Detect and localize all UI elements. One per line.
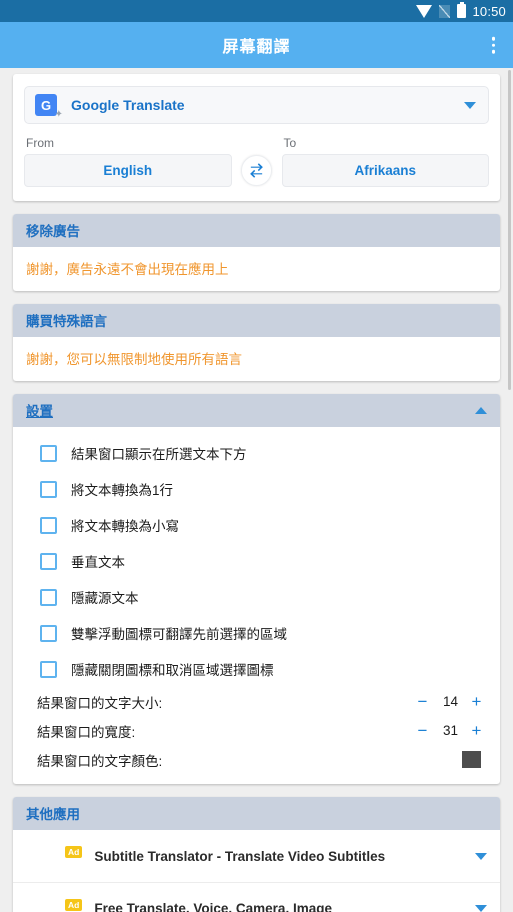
language-selection-row: From English To Afrikaans	[24, 136, 489, 187]
to-label: To	[283, 136, 297, 150]
checkbox-icon[interactable]	[40, 660, 57, 678]
status-bar-icons	[416, 2, 467, 18]
color-swatch[interactable]	[462, 751, 481, 768]
font-size-value: 14	[442, 694, 458, 709]
app-bar: 屏幕翻譯	[0, 22, 513, 68]
increment-icon[interactable]: +	[470, 693, 483, 710]
swap-languages-button[interactable]	[241, 155, 272, 186]
status-bar-clock: 10:50	[472, 3, 506, 19]
decrement-icon[interactable]: −	[416, 722, 429, 739]
translator-card: G Google Translate From English	[13, 74, 500, 201]
swap-languages-icon	[250, 163, 263, 178]
from-language-button[interactable]: English	[24, 154, 232, 187]
setting-checkbox-row[interactable]: 結果窗口顯示在所選文本下方	[26, 435, 487, 471]
vertical-scrollbar[interactable]	[508, 70, 511, 390]
checkbox-icon[interactable]	[40, 444, 57, 462]
setting-label: 將文本轉換為1行	[71, 483, 174, 498]
setting-label: 隱藏源文本	[71, 591, 139, 606]
setting-label: 隱藏關閉圖標和取消區域選擇圖標	[71, 663, 274, 678]
setting-label: 雙擊浮動圖標可翻譯先前選擇的區域	[71, 627, 287, 642]
setting-label: 將文本轉換為小寫	[71, 519, 179, 534]
setting-label: 結果窗口顯示在所選文本下方	[71, 447, 247, 462]
to-language-button[interactable]: Afrikaans	[281, 154, 489, 187]
swap-button-wrap	[232, 155, 282, 187]
chevron-down-icon[interactable]	[464, 101, 476, 109]
setting-checkbox-row[interactable]: 垂直文本	[26, 543, 487, 579]
other-apps-card: 其他應用 Ad Subtitle Translator - Translate …	[13, 797, 500, 912]
setting-checkbox-row[interactable]: 將文本轉換為小寫	[26, 507, 487, 543]
chevron-up-icon[interactable]	[475, 406, 487, 414]
overflow-dot	[491, 36, 495, 41]
setting-checkbox-row[interactable]: 隱藏源文本	[26, 579, 487, 615]
buy-languages-title: 購買特殊語言	[26, 314, 107, 329]
from-label: From	[26, 136, 54, 150]
buy-languages-body: 謝謝，您可以無限制地使用所有語言	[13, 337, 500, 381]
buy-languages-header: 購買特殊語言	[13, 304, 500, 337]
sim-icon	[439, 4, 451, 18]
remove-ads-card: 移除廣告 謝謝，廣告永遠不會出現在應用上	[13, 214, 500, 291]
chevron-down-icon[interactable]	[475, 905, 487, 912]
buy-languages-card: 購買特殊語言 謝謝，您可以無限制地使用所有語言	[13, 304, 500, 381]
other-apps-title: 其他應用	[26, 807, 80, 822]
buy-languages-message: 謝謝，您可以無限制地使用所有語言	[26, 352, 242, 367]
font-size-stepper-row: 結果窗口的文字大小: − 14 +	[26, 687, 487, 716]
translation-engine-selector[interactable]: G Google Translate	[24, 86, 489, 124]
window-width-stepper: − 31 +	[416, 722, 487, 739]
checkbox-icon[interactable]	[40, 516, 57, 534]
setting-checkbox-row[interactable]: 隱藏關閉圖標和取消區域選擇圖標	[26, 651, 487, 687]
font-size-label: 結果窗口的文字大小:	[37, 695, 163, 711]
settings-card: 設置 結果窗口顯示在所選文本下方 將文本轉換為1行 將文本轉換為小寫 垂直文本 …	[13, 394, 500, 784]
window-width-stepper-row: 結果窗口的寬度: − 31 +	[26, 716, 487, 745]
checkbox-icon[interactable]	[40, 480, 57, 498]
wifi-icon	[416, 4, 433, 18]
status-bar: 10:50	[0, 0, 513, 22]
list-item[interactable]: Ad Free Translate, Voice, Camera, Image	[13, 882, 500, 912]
ad-badge: Ad	[65, 846, 83, 859]
window-width-label: 結果窗口的寬度:	[37, 724, 136, 740]
other-apps-list: Ad Subtitle Translator - Translate Video…	[13, 830, 500, 912]
ad-title: Subtitle Translator - Translate Video Su…	[94, 848, 386, 864]
scroll-content: G Google Translate From English	[0, 68, 513, 912]
ad-title: Free Translate, Voice, Camera, Image	[94, 901, 332, 912]
overflow-dot	[491, 43, 495, 47]
list-item[interactable]: Ad Subtitle Translator - Translate Video…	[13, 830, 500, 882]
google-translate-icon: G	[35, 94, 63, 120]
chevron-down-icon[interactable]	[475, 852, 487, 860]
font-size-stepper: − 14 +	[416, 693, 487, 710]
overflow-dot	[491, 49, 495, 54]
other-apps-header: 其他應用	[13, 797, 500, 830]
engine-name-label: Google Translate	[71, 97, 185, 113]
page-title: 屏幕翻譯	[222, 39, 291, 56]
from-language-group: From English	[24, 136, 232, 187]
checkbox-icon[interactable]	[40, 624, 57, 642]
text-color-label: 結果窗口的文字顏色:	[37, 753, 163, 769]
settings-header[interactable]: 設置	[13, 394, 500, 427]
setting-checkbox-row[interactable]: 雙擊浮動圖標可翻譯先前選擇的區域	[26, 615, 487, 651]
battery-icon	[457, 2, 467, 18]
overflow-menu-icon[interactable]	[488, 33, 500, 58]
remove-ads-title: 移除廣告	[26, 224, 80, 239]
to-language-group: To Afrikaans	[281, 136, 489, 187]
checkbox-icon[interactable]	[40, 588, 57, 606]
remove-ads-header: 移除廣告	[13, 214, 500, 247]
checkbox-icon[interactable]	[40, 552, 57, 570]
setting-label: 垂直文本	[71, 555, 125, 570]
app-screen: 10:50 屏幕翻譯 G Google Translate From Engli…	[0, 0, 513, 912]
text-color-row: 結果窗口的文字顏色:	[26, 745, 487, 774]
settings-title: 設置	[26, 404, 53, 419]
increment-icon[interactable]: +	[470, 722, 483, 739]
window-width-value: 31	[442, 723, 458, 738]
decrement-icon[interactable]: −	[416, 693, 429, 710]
settings-body: 結果窗口顯示在所選文本下方 將文本轉換為1行 將文本轉換為小寫 垂直文本 隱藏源…	[13, 427, 500, 784]
remove-ads-body: 謝謝，廣告永遠不會出現在應用上	[13, 247, 500, 291]
ad-badge: Ad	[65, 899, 83, 912]
remove-ads-message: 謝謝，廣告永遠不會出現在應用上	[26, 262, 229, 277]
setting-checkbox-row[interactable]: 將文本轉換為1行	[26, 471, 487, 507]
